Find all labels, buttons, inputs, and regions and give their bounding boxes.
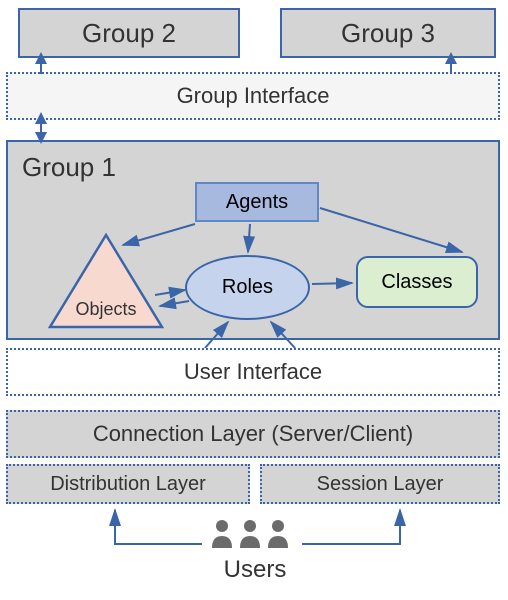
users-label: Users (224, 556, 287, 584)
user-icon (238, 518, 262, 548)
group-interface-box: Group Interface (6, 72, 500, 120)
roles-label: Roles (222, 276, 273, 299)
connection-layer-label: Connection Layer (Server/Client) (93, 421, 413, 447)
session-layer-label: Session Layer (317, 473, 444, 496)
group2-box: Group 2 (18, 8, 240, 58)
users-label-box: Users (210, 555, 300, 585)
objects-triangle: Objects (46, 233, 166, 331)
objects-label: Objects (75, 299, 136, 319)
users-icon-group (210, 518, 290, 548)
connection-layer-box: Connection Layer (Server/Client) (6, 410, 500, 458)
user-icon (210, 518, 234, 548)
classes-box: Classes (356, 256, 478, 308)
group-interface-label: Group Interface (177, 83, 330, 109)
group2-label: Group 2 (82, 18, 176, 49)
group3-box: Group 3 (280, 8, 496, 58)
agents-label: Agents (226, 191, 288, 214)
session-layer-box: Session Layer (260, 464, 500, 504)
arrow-down-icon (35, 132, 47, 144)
arrow-up-icon (35, 112, 47, 124)
classes-label: Classes (381, 271, 452, 294)
arrow-up-icon (35, 52, 47, 64)
distribution-layer-label: Distribution Layer (50, 473, 206, 496)
user-icon (266, 518, 290, 548)
arrow-up-icon (445, 52, 457, 64)
user-interface-box: User Interface (6, 348, 500, 396)
group1-label: Group 1 (22, 152, 116, 183)
distribution-layer-box: Distribution Layer (6, 464, 250, 504)
user-interface-label: User Interface (184, 359, 322, 385)
agents-box: Agents (195, 182, 319, 222)
group3-label: Group 3 (341, 18, 435, 49)
roles-ellipse: Roles (185, 255, 310, 320)
